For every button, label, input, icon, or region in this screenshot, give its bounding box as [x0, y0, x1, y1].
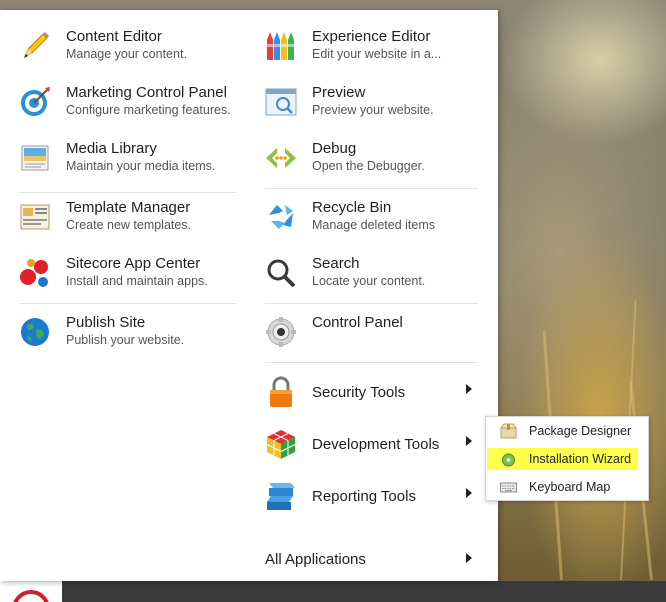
submenu-arrow-icon [466, 384, 472, 394]
item-description: Manage your content. [66, 47, 187, 61]
submenu-arrow-icon [466, 488, 472, 498]
reporting-icon [267, 483, 295, 510]
item-description: Publish your website. [66, 333, 185, 347]
magnifier-icon [267, 259, 296, 288]
item-title: Experience Editor [312, 28, 431, 45]
experience-editor-item[interactable]: Experience Editor Edit your website in a… [265, 26, 490, 74]
crayons-icon [267, 32, 294, 60]
media-library-icon [21, 145, 49, 171]
debug-item[interactable]: Debug Open the Debugger. [265, 138, 490, 186]
item-title: Content Editor [66, 28, 162, 45]
package-icon [500, 423, 517, 439]
reporting-tools-item[interactable]: Reporting Tools [265, 478, 480, 518]
submenu-item-label: Keyboard Map [529, 480, 611, 494]
installation-wizard-item[interactable]: Installation Wizard [486, 447, 648, 471]
search-item[interactable]: Search Locate your content. [265, 253, 490, 301]
taskbar [0, 581, 666, 602]
recycle-icon [269, 205, 293, 229]
item-title: Template Manager [66, 199, 191, 216]
publish-site-item[interactable]: Publish Site Publish your website. [19, 312, 249, 360]
security-tools-item[interactable]: Security Tools [265, 374, 480, 414]
item-description: Configure marketing features. [66, 103, 231, 117]
control-panel-item[interactable]: Control Panel [265, 312, 490, 360]
marketing-control-panel-item[interactable]: Marketing Control Panel Configure market… [19, 82, 249, 130]
cd-install-icon [502, 453, 515, 467]
app-center-item[interactable]: Sitecore App Center Install and maintain… [19, 253, 249, 301]
item-description: Manage deleted items [312, 218, 435, 232]
menu-divider [265, 362, 478, 363]
item-title: Marketing Control Panel [66, 84, 227, 101]
item-description: Preview your website. [312, 103, 434, 117]
keyboard-icon [500, 482, 517, 493]
item-title: Media Library [66, 140, 157, 157]
item-title: Recycle Bin [312, 199, 392, 216]
keyboard-map-item[interactable]: Keyboard Map [486, 475, 648, 499]
item-title: Development Tools [312, 436, 440, 453]
item-description: Open the Debugger. [312, 159, 425, 173]
menu-divider [265, 303, 478, 304]
item-title: Security Tools [312, 384, 406, 401]
menu-divider [265, 188, 478, 189]
template-icon [20, 204, 50, 230]
item-description: Locate your content. [312, 274, 426, 288]
item-title: Publish Site [66, 314, 146, 331]
padlock-icon [270, 376, 292, 407]
item-description: Edit your website in a... [312, 47, 442, 61]
menu-divider [19, 303, 237, 304]
template-manager-item[interactable]: Template Manager Create new templates. [19, 197, 249, 245]
submenu-arrow-icon [466, 553, 472, 563]
development-tools-item[interactable]: Development Tools [265, 426, 480, 466]
item-description: Maintain your media items. [66, 159, 216, 173]
launchpad-menu: Content Editor Manage your content. Mark… [0, 10, 498, 581]
media-library-item[interactable]: Media Library Maintain your media items. [19, 138, 249, 186]
debug-icon [266, 148, 296, 168]
item-title: Debug [312, 140, 357, 157]
target-icon [21, 87, 50, 116]
item-title: Reporting Tools [312, 488, 416, 505]
item-title: Sitecore App Center [66, 255, 201, 272]
preview-item[interactable]: Preview Preview your website. [265, 82, 490, 130]
pencil-icon [24, 32, 49, 58]
globe-icon [21, 318, 49, 346]
rubiks-cube-icon [266, 430, 296, 459]
app-center-icon [20, 259, 48, 287]
submenu-item-label: Installation Wizard [529, 452, 632, 466]
preview-icon [265, 88, 297, 116]
submenu-arrow-icon [466, 436, 472, 446]
item-title: Control Panel [312, 314, 403, 331]
all-applications-item[interactable]: All Applications [265, 548, 480, 572]
submenu-item-label: Package Designer [529, 424, 632, 438]
development-tools-submenu: Package Designer Installation Wizard Key… [485, 416, 649, 501]
item-title: Preview [312, 84, 366, 101]
recycle-bin-item[interactable]: Recycle Bin Manage deleted items [265, 197, 490, 245]
menu-divider [19, 192, 237, 193]
package-designer-item[interactable]: Package Designer [486, 419, 648, 443]
all-applications-label: All Applications [265, 551, 366, 568]
item-description: Install and maintain apps. [66, 274, 208, 288]
item-description: Create new templates. [66, 218, 192, 232]
gear-icon [266, 317, 296, 347]
content-editor-item[interactable]: Content Editor Manage your content. [19, 26, 249, 74]
item-title: Search [312, 255, 360, 272]
